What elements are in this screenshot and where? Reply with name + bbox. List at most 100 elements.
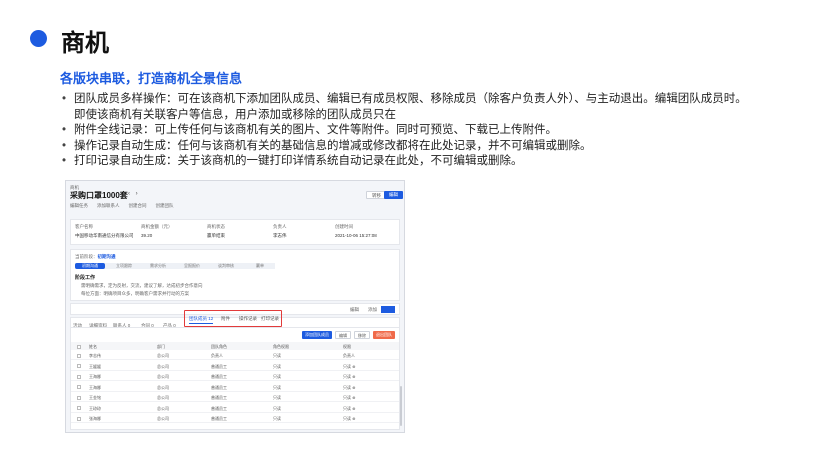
- prev-next-nav[interactable]: ‹ ›: [128, 191, 140, 197]
- note-submit-button[interactable]: [381, 306, 395, 313]
- table-cell: 普通员工: [211, 405, 227, 411]
- quick-actions: 编辑任务 添加联系人 创建合同 创建团队: [70, 203, 174, 209]
- action-edit-task[interactable]: 编辑任务: [70, 203, 88, 209]
- table-scrollbar[interactable]: [400, 386, 402, 426]
- table-cell: 普通员工: [211, 363, 227, 369]
- exit-team-button[interactable]: 退出团队: [373, 331, 395, 339]
- row-checkbox[interactable]: [77, 406, 81, 410]
- step-4[interactable]: 呈报报价: [177, 263, 207, 269]
- table-cell: 总公司: [157, 363, 169, 369]
- select-all-checkbox[interactable]: [77, 344, 81, 349]
- info-owner: 负责人 李志伟: [273, 224, 287, 238]
- table-row[interactable]: 王媛媛 总公司 普通员工 只读 只读 ⊕: [71, 362, 399, 371]
- table-cell: 只读: [273, 374, 281, 379]
- table-cell: 普通员工: [211, 395, 227, 400]
- row-checkbox[interactable]: [77, 364, 81, 368]
- step-3[interactable]: 需求分析: [143, 263, 173, 269]
- table-cell: 总公司: [157, 374, 169, 379]
- tab-team-members[interactable]: 团队成员 12: [189, 316, 214, 324]
- row-checkbox[interactable]: [77, 385, 81, 389]
- feature-list: 团队成员多样操作：可在该商机下添加团队成员、编辑已有成员权限、移除成员（除客户负…: [60, 92, 800, 170]
- table-cell: 只读: [273, 353, 281, 358]
- step-2[interactable]: 立项跟踪: [109, 263, 139, 269]
- checklist-item[interactable]: 每位方面：明确项目众多，明确客户需求并行动的方案: [81, 291, 189, 297]
- table-cell: 总公司: [157, 416, 169, 421]
- stage-card: 当前阶段：初期沟通 初期沟通 立项跟踪 需求分析 呈报报价 谈判审核 赢单 阶段…: [70, 249, 400, 301]
- table-cell: 只读 ⊕: [343, 405, 356, 411]
- action-create-contract[interactable]: 创建合同: [129, 203, 147, 209]
- step-6[interactable]: 赢单: [245, 263, 275, 269]
- bullet-attachments: 附件全线记录：可上传任何与该商机有关的图片、文件等附件。同时可预览、下载已上传附…: [60, 123, 800, 139]
- table-cell: 只读 ⊕: [343, 395, 356, 400]
- bullet-operation-log: 操作记录自动生成：任何与该商机有关的基础信息的增减或修改都将在此处记录，并不可编…: [60, 139, 800, 155]
- row-checkbox[interactable]: [77, 353, 81, 358]
- stage-work-title: 阶段工作: [75, 275, 96, 281]
- highlighted-tabs: 团队成员 12 附件 操作记录 打印记录: [184, 310, 282, 327]
- info-status: 商机状态 赢单结束: [207, 224, 225, 238]
- checklist-item[interactable]: 需明确需求，定为反射，交流，建议了解，达成初步合作意向: [81, 283, 203, 289]
- table-row[interactable]: 张海娜 总公司 普通员工 只读 只读 ⊕: [71, 414, 399, 423]
- table-cell: 只读 ⊕: [343, 363, 356, 369]
- info-card: 客户名称 中国移动华南通信分有限公司 商机金额（元） 39.20 商机状态 赢单结束 …: [70, 219, 400, 245]
- table-row[interactable]: 王海娜 总公司 普通员工 只读 只读 ⊕: [71, 383, 399, 392]
- add-member-button[interactable]: 添加团队成员: [302, 331, 332, 339]
- team-members-table: 添加团队成员 编辑 移除 退出团队 姓名 部门 团队角色 角色权限 权限 李志伟…: [70, 327, 400, 430]
- stage-stepbar: 初期沟通 立项跟踪 需求分析 呈报报价 谈判审核 赢单: [75, 263, 275, 269]
- table-header: 姓名 部门 团队角色 角色权限 权限: [71, 342, 399, 350]
- table-row[interactable]: 李志伟 总公司 负责人 只读 负责人: [71, 351, 399, 360]
- bullet-team-members-continued: 即使该商机有关联客户等信息，用户添加或移除的团队成员只在: [74, 108, 396, 121]
- table-cell: 普通员工: [211, 384, 227, 390]
- opportunity-title: 采购口罩1000套: [70, 191, 128, 200]
- table-cell: 负责人: [211, 353, 223, 358]
- row-checkbox[interactable]: [77, 374, 81, 379]
- table-cell: 只读 ⊕: [343, 374, 356, 379]
- section-subtitle: 各版块串联，打造商机全景信息: [60, 71, 243, 86]
- bullet-team-members: 团队成员多样操作：可在该商机下添加团队成员、编辑已有成员权限、移除成员（除客户负…: [60, 92, 800, 108]
- table-cell: 王海娜: [89, 374, 101, 379]
- table-cell: 总公司: [157, 353, 169, 358]
- table-cell: 王媛媛: [89, 363, 101, 369]
- tab-attachments[interactable]: 附件: [221, 316, 230, 322]
- edit-member-button[interactable]: 编辑: [335, 331, 351, 339]
- table-row[interactable]: 王海娜 总公司 普通员工 只读 只读 ⊕: [71, 372, 399, 381]
- note-add-button[interactable]: 添加: [368, 307, 377, 313]
- table-cell: 王金铭: [89, 395, 101, 400]
- table-cell: 王琼琼: [89, 405, 101, 411]
- table-cell: 总公司: [157, 395, 169, 400]
- title-dot: [30, 30, 47, 47]
- table-row[interactable]: 王金铭 总公司 普通员工 只读 只读 ⊕: [71, 393, 399, 402]
- table-cell: 只读: [273, 384, 281, 390]
- table-row[interactable]: 王琼琼 总公司 普通员工 只读 只读 ⊕: [71, 404, 399, 413]
- table-cell: 王海娜: [89, 384, 101, 390]
- tab-operation-log[interactable]: 操作记录: [239, 316, 257, 322]
- table-cell: 只读: [273, 395, 281, 400]
- table-cell: 只读 ⊕: [343, 384, 356, 390]
- note-edit-button[interactable]: 编辑: [350, 307, 359, 313]
- action-create-team[interactable]: 创建团队: [156, 203, 174, 209]
- page-title: 商机: [61, 30, 109, 57]
- action-add-contact[interactable]: 添加联系人: [97, 203, 120, 209]
- table-cell: 李志伟: [89, 353, 101, 358]
- table-cell: 总公司: [157, 384, 169, 390]
- opportunity-detail-screenshot: 商机 采购口罩1000套 ‹ › 转移 编辑 编辑任务 添加联系人 创建合同 创…: [65, 180, 405, 433]
- step-5[interactable]: 谈判审核: [211, 263, 241, 269]
- step-1[interactable]: 初期沟通: [75, 263, 105, 269]
- table-cell: 只读: [273, 416, 281, 421]
- table-actions: 添加团队成员 编辑 移除 退出团队: [302, 331, 395, 339]
- row-checkbox[interactable]: [77, 395, 81, 400]
- table-cell: 负责人: [343, 353, 355, 358]
- tab-print-log[interactable]: 打印记录: [261, 316, 279, 322]
- table-cell: 普通员工: [211, 374, 227, 379]
- table-cell: 普通员工: [211, 416, 227, 421]
- bullet-print-log: 打印记录自动生成：关于该商机的一键打印详情系统自动记录在此处，不可编辑或删除。: [60, 154, 800, 170]
- table-cell: 只读: [273, 405, 281, 411]
- remove-member-button[interactable]: 移除: [354, 331, 370, 339]
- info-amount: 商机金额（元） 39.20: [141, 224, 173, 238]
- table-cell: 只读 ⊕: [343, 416, 356, 421]
- table-cell: 张海娜: [89, 416, 101, 421]
- info-customer: 客户名称 中国移动华南通信分有限公司: [75, 224, 134, 238]
- table-cell: 总公司: [157, 405, 169, 411]
- row-checkbox[interactable]: [77, 416, 81, 421]
- edit-button[interactable]: 编辑: [384, 191, 403, 199]
- stage-label: 当前阶段：初期沟通: [75, 254, 116, 259]
